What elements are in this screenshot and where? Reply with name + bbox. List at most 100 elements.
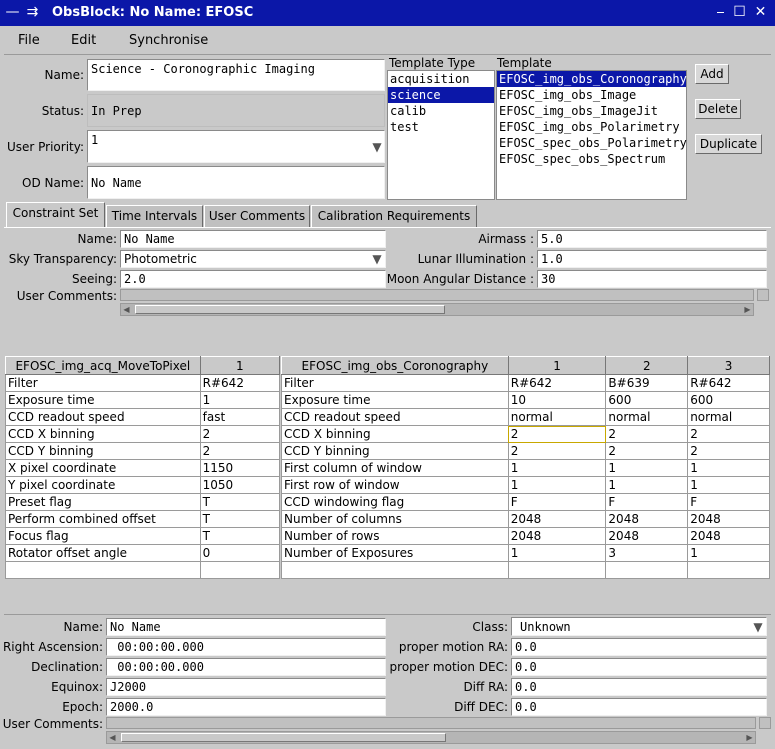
parameter-value-cell[interactable]: 2 [605, 425, 689, 443]
scroll-thumb[interactable] [135, 305, 445, 314]
moon-distance-field[interactable]: 30 [537, 270, 767, 288]
target-comments-field[interactable] [106, 717, 756, 729]
delete-button[interactable]: Delete [695, 99, 741, 119]
constraint-name-field[interactable]: No Name [120, 230, 386, 248]
menu-edit[interactable]: Edit [71, 33, 96, 48]
parameter-value-cell[interactable]: 600 [687, 391, 770, 409]
parameter-value-cell[interactable]: R#642 [507, 374, 607, 392]
parameter-value-cell[interactable]: R#642 [687, 374, 770, 392]
constraint-comments-field[interactable] [120, 289, 754, 301]
sky-transparency-select[interactable]: Photometric [120, 250, 386, 268]
parameter-value-cell[interactable]: 1 [605, 476, 689, 494]
target-name-field[interactable]: No Name [106, 618, 386, 636]
obsblock-name-field[interactable]: Science - Coronographic Imaging [87, 59, 385, 91]
parameter-value-cell[interactable]: 2 [199, 425, 281, 443]
acq-header-name[interactable]: EFOSC_img_acq_MoveToPixel [5, 356, 201, 375]
duplicate-button[interactable]: Duplicate [695, 134, 762, 154]
equinox-field[interactable]: J2000 [106, 678, 386, 696]
tab-user-comments[interactable]: User Comments [204, 205, 310, 227]
parameter-value-cell[interactable]: 600 [605, 391, 689, 409]
parameter-value-cell[interactable] [605, 561, 689, 579]
parameter-value-cell[interactable]: 2 [687, 442, 770, 460]
template-item[interactable]: EFOSC_img_obs_Image [497, 87, 686, 103]
parameter-value-cell[interactable]: 2048 [507, 527, 607, 545]
template-type-item[interactable]: science [388, 87, 494, 103]
parameter-value-cell[interactable]: 2048 [605, 527, 689, 545]
parameter-value-cell[interactable]: 1150 [199, 459, 281, 477]
dec-field[interactable]: 00:00:00.000 [106, 658, 386, 676]
pm-dec-field[interactable]: 0.0 [511, 658, 767, 676]
diff-ra-field[interactable]: 0.0 [511, 678, 767, 696]
scroll-right-icon[interactable]: ▶ [744, 732, 755, 743]
template-type-item[interactable]: acquisition [388, 71, 494, 87]
diff-dec-field[interactable]: 0.0 [511, 698, 767, 716]
template-item[interactable]: EFOSC_spec_obs_Spectrum [497, 151, 686, 167]
template-item[interactable]: EFOSC_img_obs_Coronography [497, 71, 687, 87]
minimize-icon[interactable]: ⎯ [712, 4, 729, 21]
close-icon[interactable]: ✕ [752, 4, 769, 21]
target-comments-vscroll[interactable] [759, 717, 771, 729]
parameter-value-cell[interactable]: F [605, 493, 689, 511]
airmass-field[interactable]: 5.0 [537, 230, 767, 248]
obs-header-col[interactable]: 2 [605, 356, 689, 375]
scroll-left-icon[interactable]: ◀ [107, 732, 118, 743]
parameter-value-cell[interactable]: 1 [605, 459, 689, 477]
obs-header-col[interactable]: 3 [687, 356, 770, 375]
odname-field[interactable]: No Name [87, 166, 385, 199]
parameter-value-cell[interactable]: R#642 [199, 374, 281, 392]
parameter-value-cell[interactable]: 1 [507, 459, 607, 477]
template-type-item[interactable]: calib [388, 103, 494, 119]
parameter-value-cell[interactable]: T [199, 527, 281, 545]
parameter-value-cell[interactable]: 1 [507, 544, 607, 562]
parameter-value-cell[interactable]: 2 [687, 425, 770, 443]
parameter-value-cell[interactable]: F [687, 493, 770, 511]
epoch-field[interactable]: 2000.0 [106, 698, 386, 716]
parameter-value-cell[interactable] [507, 561, 607, 579]
parameter-value-cell[interactable]: normal [687, 408, 770, 426]
pm-ra-field[interactable]: 0.0 [511, 638, 767, 656]
class-select[interactable]: Unknown [511, 617, 767, 636]
parameter-value-cell[interactable]: 2 [507, 425, 607, 443]
parameter-value-cell[interactable]: 2 [507, 442, 607, 460]
priority-field[interactable]: 1 [87, 130, 385, 163]
tab-calibration-requirements[interactable]: Calibration Requirements [311, 205, 477, 227]
parameter-value-cell[interactable]: 1 [507, 476, 607, 494]
obs-header-col[interactable]: 1 [507, 356, 607, 375]
comments-vscroll[interactable] [757, 289, 769, 301]
class-dropdown-icon[interactable]: ▼ [750, 619, 766, 635]
parameter-value-cell[interactable]: 10 [507, 391, 607, 409]
parameter-value-cell[interactable]: 1 [687, 459, 770, 477]
scroll-left-icon[interactable]: ◀ [121, 304, 132, 315]
template-item[interactable]: EFOSC_spec_obs_Polarimetry [497, 135, 687, 151]
shade-icon[interactable]: ⇉ [24, 4, 41, 21]
priority-dropdown-icon[interactable]: ▼ [369, 139, 385, 155]
parameter-value-cell[interactable]: 0 [199, 544, 281, 562]
template-item[interactable]: EFOSC_img_obs_Polarimetry [497, 119, 686, 135]
parameter-value-cell[interactable]: 1 [199, 391, 281, 409]
menu-synchronise[interactable]: Synchronise [129, 33, 208, 48]
window-menu-icon[interactable]: — [4, 4, 21, 21]
parameter-value-cell[interactable]: F [507, 493, 607, 511]
ra-field[interactable]: 00:00:00.000 [106, 638, 386, 656]
maximize-icon[interactable]: ☐ [731, 4, 748, 21]
template-type-list[interactable]: acquisition science calib test [387, 70, 495, 200]
parameter-value-cell[interactable]: B#639 [605, 374, 689, 392]
menu-file[interactable]: File [18, 33, 40, 48]
target-comments-hscroll[interactable]: ◀ ▶ [106, 731, 756, 744]
parameter-value-cell[interactable]: 2048 [507, 510, 607, 528]
parameter-value-cell[interactable]: 2048 [687, 510, 770, 528]
parameter-value-cell[interactable]: 1 [687, 476, 770, 494]
parameter-value-cell[interactable]: T [199, 510, 281, 528]
tab-constraint-set[interactable]: Constraint Set [6, 202, 105, 227]
scroll-right-icon[interactable]: ▶ [742, 304, 753, 315]
tab-time-intervals[interactable]: Time Intervals [106, 205, 203, 227]
parameter-value-cell[interactable]: T [199, 493, 281, 511]
template-type-item[interactable]: test [388, 119, 494, 135]
seeing-field[interactable]: 2.0 [120, 270, 386, 288]
parameter-value-cell[interactable]: normal [605, 408, 689, 426]
template-item[interactable]: EFOSC_img_obs_ImageJit [497, 103, 686, 119]
template-list[interactable]: EFOSC_img_obs_Coronography EFOSC_img_obs… [496, 70, 687, 200]
sky-dropdown-icon[interactable]: ▼ [369, 251, 385, 267]
parameter-value-cell[interactable] [687, 561, 770, 579]
acq-header-col[interactable]: 1 [199, 356, 281, 375]
